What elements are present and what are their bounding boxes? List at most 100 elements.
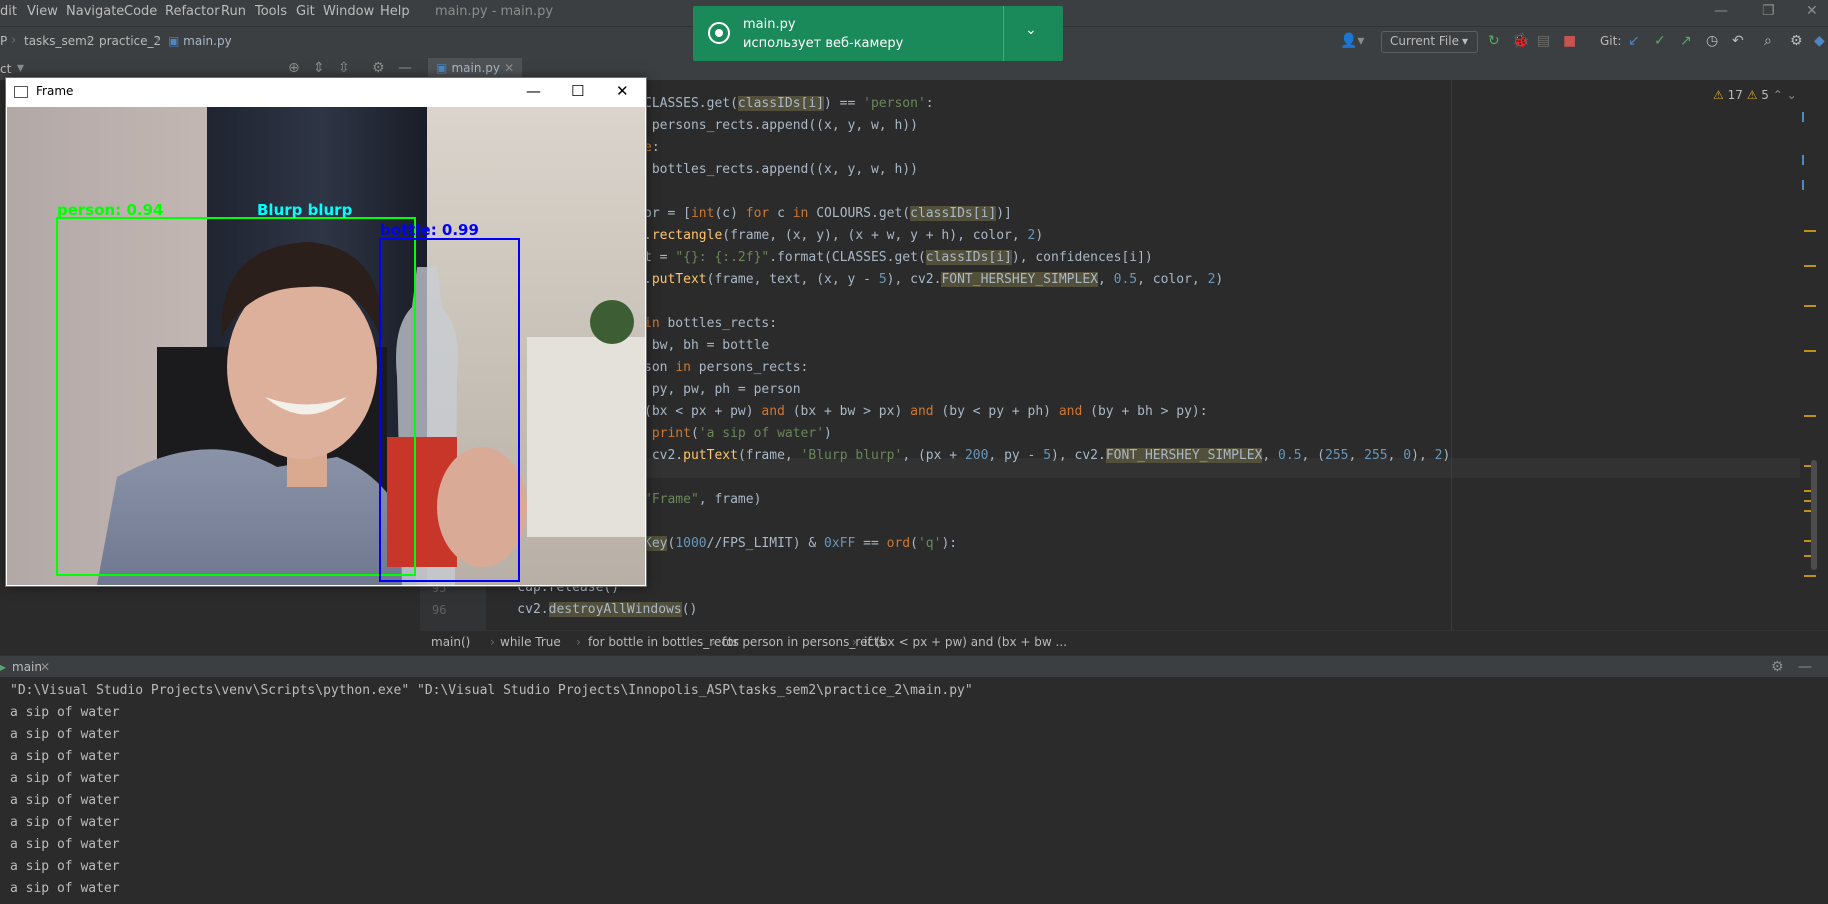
stop-icon[interactable]: ■ (1563, 33, 1576, 49)
chevron-down-icon[interactable]: ⌄ (1787, 88, 1797, 102)
gear-icon[interactable]: ⚙ (1771, 659, 1784, 675)
gear-icon[interactable]: ⚙ (372, 60, 385, 76)
breadcrumb-main-py[interactable]: ▣ main.py (168, 34, 232, 48)
breadcrumb-for-person[interactable]: for person in persons_rects (722, 635, 885, 649)
notification-title: main.py (743, 17, 796, 32)
code-token: ( (910, 536, 918, 551)
console-output-line: a sip of water (10, 859, 120, 874)
breadcrumb-if-condition[interactable]: if (bx < px + pw) and (bx + bw ... (864, 635, 1067, 649)
scrollbar-thumb[interactable] (1811, 460, 1817, 570)
console-command-line: "D:\Visual Studio Projects\venv\Scripts\… (10, 683, 973, 698)
menu-help[interactable]: Help (380, 4, 410, 19)
code-token: (frame, text, (x, y - (706, 272, 879, 287)
webcam-image: person: 0.94 Blurp blurp bottle: 0.99 (7, 107, 645, 585)
chevron-up-icon[interactable]: ⌃ (1773, 88, 1783, 102)
dresser (527, 337, 645, 537)
menu-navigate[interactable]: Navigate (66, 4, 124, 19)
git-push-icon[interactable]: ↗ (1680, 33, 1692, 49)
breadcrumb-for-bottle[interactable]: for bottle in bottles_rects (588, 635, 739, 649)
breadcrumb-project[interactable]: P (0, 34, 7, 48)
code-token: , (1387, 448, 1404, 463)
chevron-down-icon[interactable]: ⌄ (1025, 22, 1037, 38)
breadcrumb-tasks-sem2[interactable]: tasks_sem2 (24, 34, 94, 48)
menu-view[interactable]: View (27, 4, 58, 19)
menu-window[interactable]: Window (323, 4, 374, 19)
close-icon[interactable]: ✕ (616, 82, 629, 100)
code-token: , frame) (698, 492, 762, 507)
rerun-icon[interactable]: ↻ (1488, 33, 1500, 49)
minimize-icon[interactable]: — (1714, 3, 1728, 19)
code-token: , color, (1137, 272, 1208, 287)
close-tab-icon[interactable]: ✕ (504, 61, 514, 75)
run-tab-main[interactable]: main (12, 660, 42, 674)
collapse-all-icon[interactable]: ⇳ (338, 60, 350, 76)
menu-refactor[interactable]: Refactor (165, 4, 220, 19)
code-token: 'Blurp blurp' (800, 448, 903, 463)
locate-icon[interactable]: ⊕ (288, 60, 300, 76)
code-token: destroyAllWindows (548, 602, 682, 617)
inspection-widget[interactable]: ⚠ 17 ⚠ 5 ⌃ ⌄ (1713, 88, 1797, 102)
code-token: ( (690, 426, 699, 441)
run-configuration-dropdown[interactable]: Current File ▾ (1381, 31, 1478, 53)
git-commit-icon[interactable]: ✓ (1654, 33, 1666, 49)
code-token: py, pw, ph = person (644, 382, 801, 397)
code-token: ) == (824, 96, 864, 111)
change-marker (1802, 155, 1804, 165)
coverage-icon[interactable]: ▤ (1537, 33, 1550, 49)
code-token: int (690, 206, 715, 221)
code-token: : (651, 140, 660, 155)
expand-all-icon[interactable]: ⇕ (313, 60, 325, 76)
frame-window[interactable]: Frame — ☐ ✕ person: 0.94 Blurp blurp bot… (5, 77, 647, 587)
warning-count: 17 (1727, 88, 1743, 102)
code-line: .putText(frame, text, (x, y - 5), cv2.FO… (644, 272, 1223, 287)
code-token: ) (1035, 228, 1044, 243)
code-token: cv2. (644, 448, 684, 463)
close-icon[interactable]: ✕ (40, 660, 50, 674)
editor-scrollbar[interactable] (1800, 80, 1828, 630)
code-line: persons_rects.append((x, y, w, h)) (644, 118, 918, 133)
restore-icon[interactable]: ❐ (1762, 3, 1775, 19)
frame-window-title: Frame (36, 84, 74, 98)
breadcrumb-while-true[interactable]: while True (500, 635, 561, 649)
git-update-icon[interactable]: ↙ (1628, 33, 1640, 49)
minimize-icon[interactable]: — (526, 82, 541, 100)
code-token: , (1262, 448, 1279, 463)
code-line: in bottles_rects: (644, 316, 777, 331)
hide-icon[interactable]: — (1798, 659, 1812, 675)
run-console[interactable]: "D:\Visual Studio Projects\venv\Scripts\… (0, 677, 1828, 904)
debug-icon[interactable]: 🐞 (1512, 33, 1529, 49)
menu-edit[interactable]: dit (0, 4, 17, 19)
user-icon[interactable]: 👤▾ (1340, 33, 1364, 49)
python-file-icon: ▣ (168, 34, 180, 48)
code-token: 0.5 (1278, 448, 1302, 463)
menu-git[interactable]: Git (296, 4, 315, 19)
settings-icon[interactable]: ⚙ (1790, 33, 1803, 49)
menu-code[interactable]: Code (124, 4, 157, 19)
code-token: bw, bh = bottle (644, 338, 770, 353)
plugin-icon[interactable]: ◆ (1814, 33, 1825, 49)
code-line: CLASSES.get(classIDs[i]) == 'person': (644, 96, 934, 111)
breadcrumb-practice-2[interactable]: practice_2 (99, 34, 161, 48)
menu-run[interactable]: Run (221, 4, 246, 19)
code-token: 'person' (863, 96, 926, 111)
console-output-line: a sip of water (10, 771, 120, 786)
run-configuration-label: Current File (1390, 34, 1459, 48)
menu-tools[interactable]: Tools (255, 4, 287, 19)
search-icon[interactable]: ⌕ (1764, 33, 1772, 49)
code-line: py, pw, ph = person (644, 382, 801, 397)
webcam-icon (708, 22, 730, 44)
maximize-icon[interactable]: ☐ (571, 82, 584, 100)
webcam-notification[interactable]: main.py использует веб-камеру ⌄ (693, 6, 1063, 61)
code-token: (by + bh > py): (1082, 404, 1208, 419)
code-token: )] (996, 206, 1012, 221)
rollback-icon[interactable]: ↶ (1732, 33, 1744, 49)
history-icon[interactable]: ◷ (1706, 33, 1718, 49)
close-icon[interactable]: ✕ (1806, 3, 1818, 19)
hide-icon[interactable]: — (398, 60, 412, 76)
breadcrumb-main-function[interactable]: main() (431, 635, 470, 649)
code-token: and (761, 404, 785, 419)
chevron-down-icon[interactable]: ▾ (17, 60, 24, 76)
change-marker (1802, 112, 1804, 122)
code-token: "Frame" (644, 492, 699, 507)
code-token: persons_rects.append((x, y, w, h)) (644, 118, 918, 133)
